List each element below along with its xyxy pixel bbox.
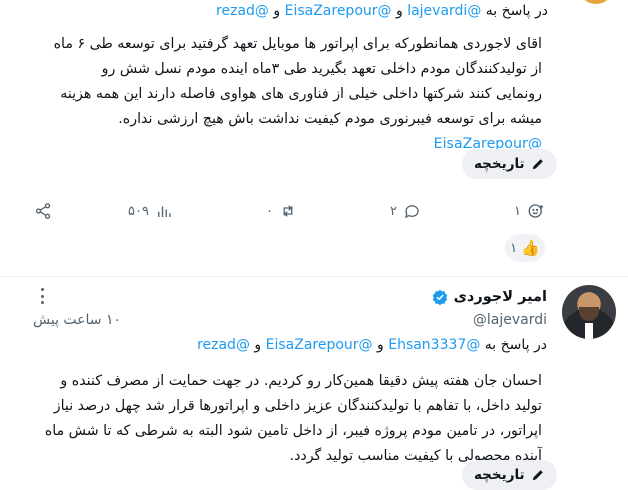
reply-button[interactable]: ۲ (390, 196, 421, 226)
reply-handle-link[interactable]: @Ehsan3337 (388, 337, 480, 353)
history-button[interactable]: تاریخچه (462, 460, 557, 490)
tweet-line: از تولیدکنندگان مودم داخلی تعهد بگیرید ط… (101, 61, 542, 77)
tweet-body: احسان جان هفته پیش دقیقا همین‌کار رو کرد… (32, 369, 542, 469)
like-button[interactable]: ۱ (514, 196, 545, 226)
author-handle[interactable]: @lajevardi (473, 312, 547, 328)
reaction-chip[interactable]: ۱ 👍 (505, 234, 545, 262)
retweet-count: ۰ (266, 203, 273, 219)
share-button[interactable] (34, 196, 52, 226)
reply-joiner: و (273, 3, 281, 19)
tweet-line: اقای لاجوردی همانطورکه برای اپراتور ها م… (53, 36, 542, 52)
author-name[interactable]: امیر لاجوردی (454, 289, 547, 305)
reply-icon (404, 205, 419, 219)
tweet-line: میشه برای توسعه فیبرنوری مودم کیفیت نداش… (118, 111, 542, 127)
history-label: تاریخچه (474, 156, 525, 172)
retweet-icon (283, 205, 293, 217)
reply-count: ۲ (390, 203, 397, 219)
thumbs-up-icon: 👍 (521, 239, 540, 257)
reply-joiner: و (254, 337, 262, 353)
history-button[interactable]: تاریخچه (462, 149, 557, 179)
more-icon[interactable] (36, 286, 48, 306)
views-icon (158, 206, 171, 217)
avatar-shirt (585, 323, 593, 339)
pencil-icon (532, 470, 543, 481)
tweet-line: اپراتور، در تامین مودم پروژه فیبر، از دا… (44, 423, 542, 439)
reply-context: در پاسخ به @lajevardi و @EisaZarepour و … (118, 0, 548, 22)
reply-handle-link[interactable]: @rezad (197, 337, 250, 353)
views-button[interactable]: ۵۰۹ (128, 196, 173, 226)
previous-avatar[interactable] (578, 0, 614, 4)
verified-icon (432, 289, 447, 305)
share-icon (35, 203, 51, 219)
reply-prefix: در پاسخ به (485, 3, 548, 19)
like-icon (528, 204, 544, 218)
views-count: ۵۰۹ (128, 203, 149, 219)
reply-handle-link[interactable]: @rezad (216, 3, 269, 19)
pencil-icon (532, 159, 543, 170)
like-count: ۱ (514, 203, 521, 219)
reply-joiner: و (395, 3, 403, 19)
reaction-count: ۱ (510, 240, 518, 256)
divider (0, 276, 628, 277)
timestamp[interactable]: ۱۰ ساعت پیش (33, 312, 121, 328)
reply-context: در پاسخ به @Ehsan3337 و @EisaZarepour و … (107, 334, 547, 356)
reply-joiner: و (377, 337, 384, 353)
tweet-line: تولید داخل، با تفاهم با تولیدکنندگان عزی… (53, 398, 542, 414)
tweet-body: اقای لاجوردی همانطورکه برای اپراتور ها م… (32, 32, 542, 157)
action-bar: ۵۰۹ ۰ ۲ ۱ (0, 196, 628, 226)
author-row: امیر لاجوردی (432, 287, 547, 307)
retweet-button[interactable]: ۰ (266, 196, 297, 226)
avatar[interactable] (562, 285, 616, 339)
reply-handle-link[interactable]: @lajevardi (407, 3, 481, 19)
reply-handle-link[interactable]: @EisaZarepour (266, 337, 373, 353)
reply-handle-link[interactable]: @EisaZarepour (285, 3, 392, 19)
reply-prefix: در پاسخ به (484, 337, 547, 353)
tweet-line: احسان جان هفته پیش دقیقا همین‌کار رو کرد… (60, 373, 542, 389)
history-label: تاریخچه (474, 467, 525, 483)
avatar-beard (579, 307, 599, 321)
tweet-line: رونمایی کنند شرکتها داخلی خیلی از فناوری… (60, 86, 542, 102)
